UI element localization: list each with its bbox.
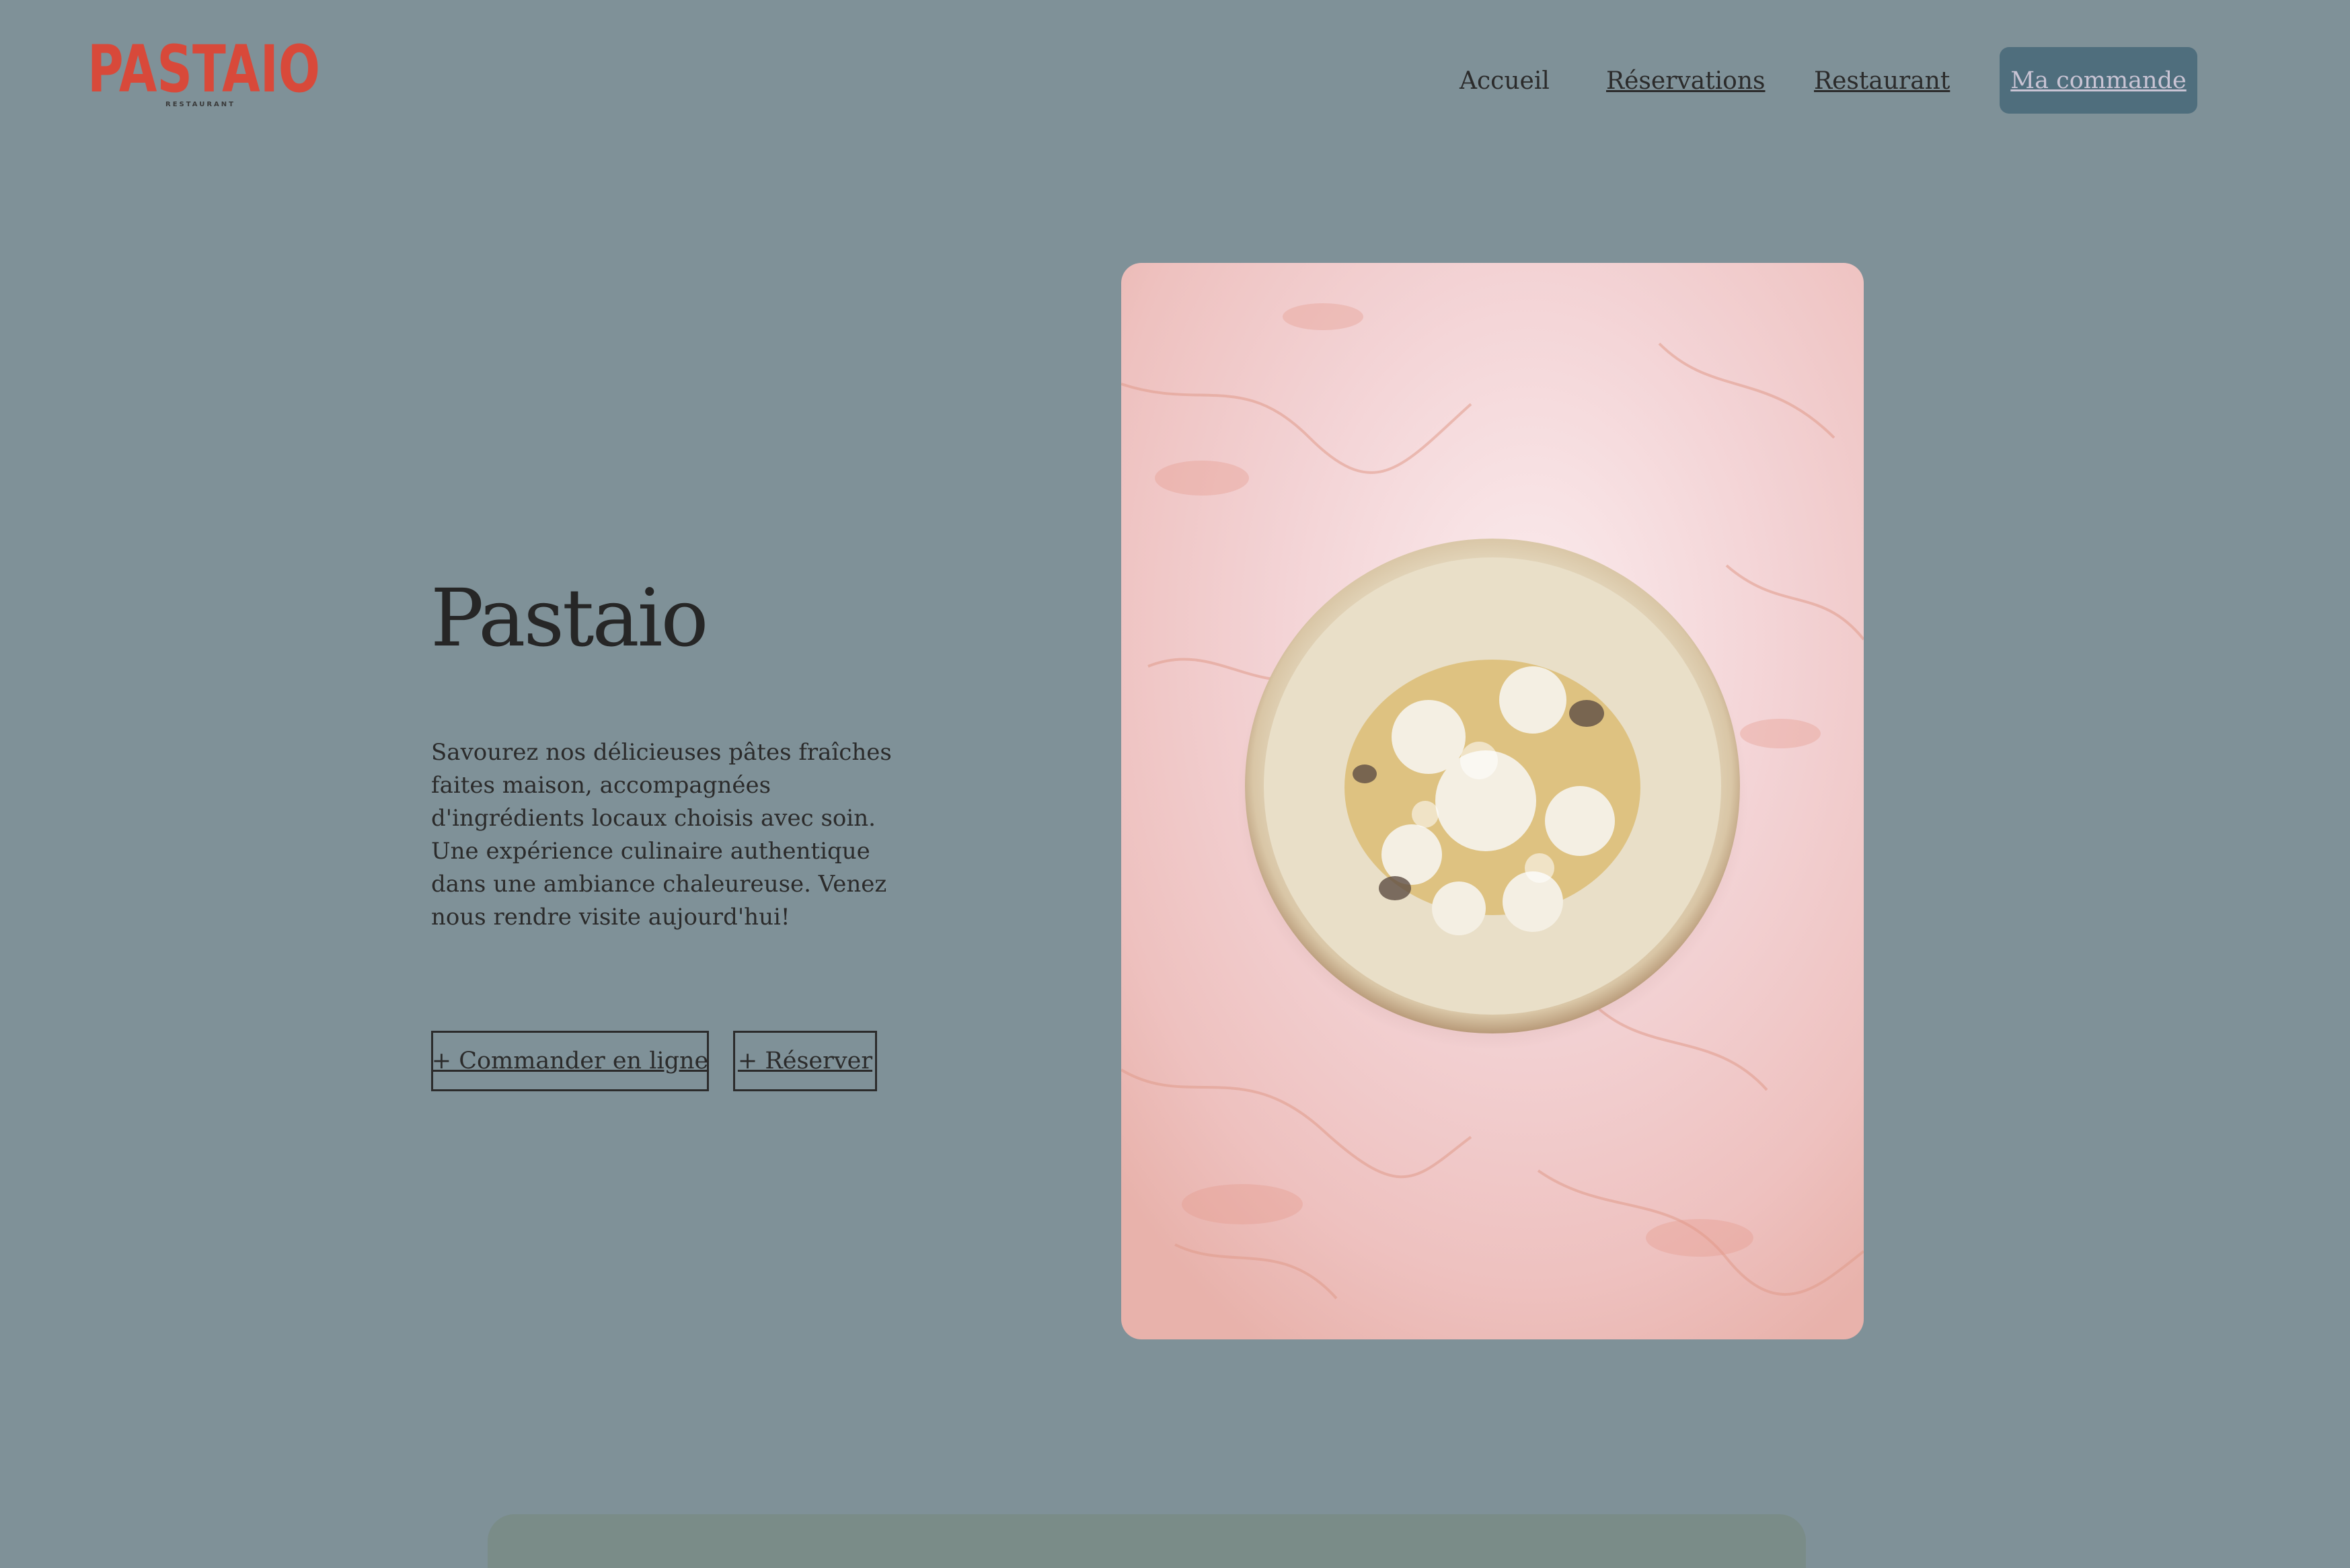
ravioli-plate-illustration: [1121, 263, 1864, 1339]
nav-link-accueil[interactable]: Accueil: [1460, 67, 1550, 95]
hero-description: Savourez nos délicieuses pâtes fraîches …: [431, 739, 892, 931]
order-online-button-label: + Commander en ligne: [431, 1048, 709, 1074]
nav-link-reservations[interactable]: Réservations: [1606, 67, 1766, 95]
main-nav: Accueil Réservations Restaurant Ma comma…: [0, 47, 2350, 114]
reserve-button-label: + Réserver: [737, 1048, 873, 1074]
my-order-button[interactable]: Ma commande: [2000, 47, 2197, 114]
my-order-button-label: Ma commande: [2010, 67, 2187, 94]
hero-title: Pastaio: [430, 572, 709, 664]
hero-dish-image: [1121, 263, 1864, 1339]
next-section-edge: [488, 1514, 1806, 1568]
reserve-button[interactable]: + Réserver: [733, 1031, 877, 1091]
order-online-button[interactable]: + Commander en ligne: [431, 1031, 709, 1091]
nav-link-restaurant[interactable]: Restaurant: [1814, 67, 1950, 95]
